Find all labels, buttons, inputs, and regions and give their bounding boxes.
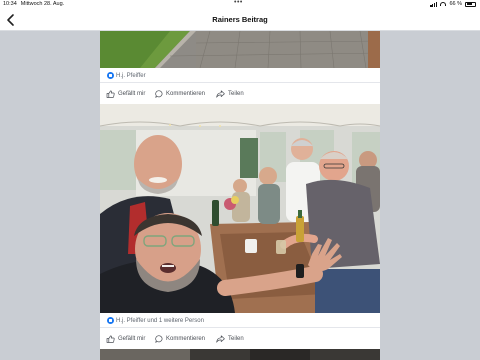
multitasking-dots-icon[interactable]: •••: [234, 0, 243, 6]
like-label: Gefällt mir: [118, 91, 146, 97]
status-date: Mittwoch 28. Aug.: [20, 1, 65, 7]
like-reaction-icon: [107, 317, 114, 324]
thumbs-up-icon: [106, 90, 115, 98]
reaction-names: H.j. Pfeiffer und 1 weitere Person: [116, 317, 204, 324]
comment-bubble-icon: [155, 90, 163, 98]
battery-icon: [465, 1, 476, 7]
status-time: 10:34: [3, 1, 17, 7]
comment-bubble-icon: [155, 335, 163, 343]
status-time-date: 10:34 Mittwoch 28. Aug.: [3, 1, 64, 7]
share-arrow-icon: [216, 90, 225, 98]
page-title: Rainers Beitrag: [212, 15, 268, 24]
reaction-names: H.j. Pfeiffer: [116, 72, 146, 79]
navigation-bar: Rainers Beitrag: [0, 9, 480, 31]
battery-fill: [466, 3, 473, 5]
wifi-icon: [440, 2, 447, 6]
cellular-signal-icon: [430, 1, 438, 7]
like-reaction-icon: [107, 72, 114, 79]
share-button[interactable]: Teilen: [216, 90, 244, 98]
status-indicators: 66 %: [430, 1, 476, 7]
post-actions-bar: Gefällt mir Kommentieren Teilen: [100, 83, 380, 104]
battery-percent: 66 %: [449, 1, 462, 7]
share-label: Teilen: [228, 91, 244, 97]
thumbs-up-icon: [106, 335, 115, 343]
comment-button[interactable]: Kommentieren: [155, 335, 205, 343]
reaction-line: H.j. Pfeiffer und 1 weitere Person: [107, 317, 204, 324]
post-photo-group-selfie[interactable]: [100, 104, 380, 313]
post-photo-next[interactable]: [100, 349, 380, 360]
post-feed[interactable]: H.j. Pfeiffer Gefällt mir Kommentieren T…: [100, 31, 380, 360]
share-arrow-icon: [216, 335, 225, 343]
comment-label: Kommentieren: [166, 91, 206, 97]
like-button[interactable]: Gefällt mir: [106, 335, 145, 343]
share-label: Teilen: [228, 336, 244, 342]
post-actions-bar: Gefällt mir Kommentieren Teilen: [100, 328, 380, 349]
like-button[interactable]: Gefällt mir: [106, 90, 145, 98]
reaction-summary[interactable]: H.j. Pfeiffer und 1 weitere Person: [100, 313, 380, 327]
reaction-summary[interactable]: H.j. Pfeiffer: [100, 68, 380, 82]
post-photo-garden[interactable]: [100, 31, 380, 68]
comment-label: Kommentieren: [166, 336, 206, 342]
comment-button[interactable]: Kommentieren: [155, 90, 205, 98]
like-label: Gefällt mir: [118, 336, 146, 342]
status-bar: 10:34 Mittwoch 28. Aug. ••• 66 %: [0, 0, 480, 9]
reaction-line: H.j. Pfeiffer: [107, 72, 146, 79]
share-button[interactable]: Teilen: [216, 335, 244, 343]
